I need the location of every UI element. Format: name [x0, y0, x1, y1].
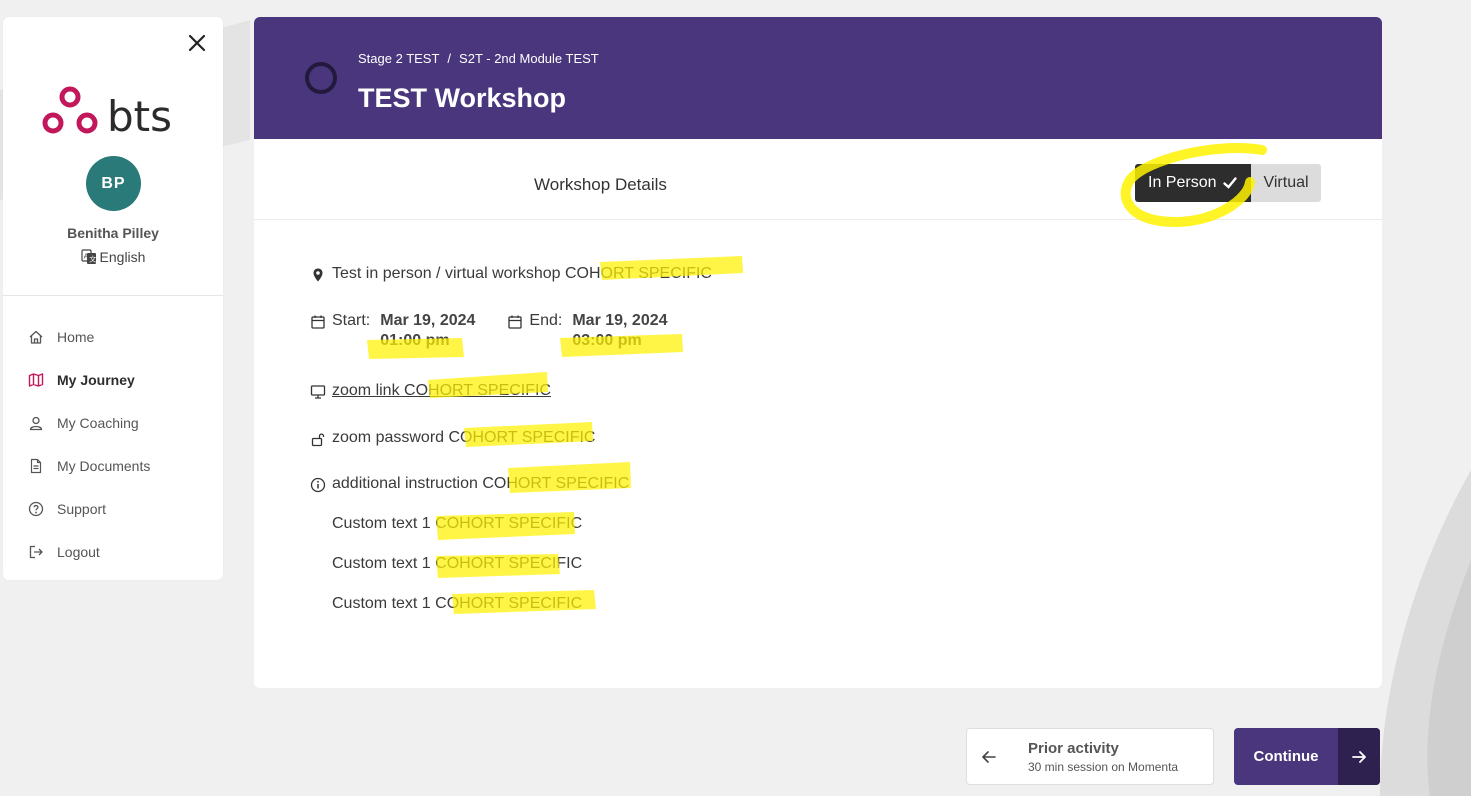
continue-label: Continue	[1253, 748, 1319, 765]
location-row: Test in person / virtual workshop COHORT…	[310, 265, 712, 283]
custom-text-3: Custom text 1 COHORT SPECIFIC	[332, 595, 583, 612]
breadcrumb-item-stage[interactable]: Stage 2 TEST	[358, 51, 439, 66]
document-icon	[30, 458, 42, 473]
mode-option-label: Virtual	[1263, 174, 1309, 191]
sidebar-item-my-journey[interactable]: My Journey	[27, 358, 217, 401]
location-text: Test in person / virtual workshop COHORT…	[332, 265, 712, 282]
sidebar-divider	[3, 295, 223, 296]
sidebar-item-home[interactable]: Home	[27, 315, 217, 358]
sidebar-item-label: Logout	[57, 543, 100, 560]
mode-option-virtual[interactable]: Virtual	[1251, 164, 1321, 202]
close-icon[interactable]	[187, 33, 207, 53]
check-icon	[1223, 177, 1238, 189]
sidebar: bts BP Benitha Pilley A 文 English Home M…	[3, 17, 223, 580]
sidebar-item-label: My Coaching	[57, 414, 139, 431]
language-label: English	[99, 249, 146, 265]
sidebar-nav: Home My Journey My Coaching My Documents…	[27, 315, 217, 573]
language-selector[interactable]: A 文 English	[3, 249, 223, 265]
end-label: End:	[529, 312, 563, 329]
card-divider	[254, 219, 1382, 220]
sidebar-item-label: Support	[57, 500, 107, 517]
sidebar-item-label: Home	[57, 328, 95, 345]
mode-option-label: In Person	[1148, 174, 1217, 191]
workshop-details-card: Workshop Details In Person Virtual Test …	[254, 139, 1382, 688]
arrow-left-icon	[982, 750, 996, 763]
custom-text-2: Custom text 1 COHORT SPECIFIC	[332, 555, 583, 572]
breadcrumb-item-module[interactable]: S2T - 2nd Module TEST	[459, 51, 599, 66]
start-datetime: Start: Mar 19, 2024 01:00 pm	[310, 312, 475, 350]
end-time: 03:00 pm	[572, 332, 642, 349]
mode-option-in-person[interactable]: In Person	[1135, 164, 1252, 202]
page-title: TEST Workshop	[358, 83, 567, 113]
instruction-row: additional instruction COHORT SPECIFIC	[310, 475, 629, 493]
monitor-icon	[310, 385, 326, 399]
arrow-right-icon	[1352, 750, 1366, 763]
avatar: BP	[86, 156, 141, 211]
info-icon	[310, 477, 326, 493]
sidebar-item-label: My Documents	[57, 457, 151, 474]
user-name: Benitha Pilley	[67, 225, 159, 241]
workshop-header: Stage 2 TEST / S2T - 2nd Module TEST TEST …	[254, 17, 1382, 139]
breadcrumb-separator: /	[447, 51, 452, 66]
sidebar-item-my-documents[interactable]: My Documents	[27, 444, 217, 487]
sidebar-item-label: My Journey	[57, 371, 135, 388]
zoom-link[interactable]: zoom link COHORT SPECIFIC	[332, 382, 551, 400]
custom-text-1: Custom text 1 COHORT SPECIFIC	[332, 515, 583, 532]
instruction-text: additional instruction COHORT SPECIFIC	[332, 475, 630, 492]
schedule-row: Start: Mar 19, 2024 01:00 pm End: Mar 19…	[310, 312, 668, 350]
end-date: Mar 19, 2024	[572, 312, 668, 329]
continue-button[interactable]: Continue	[1234, 728, 1380, 785]
logout-icon	[29, 545, 43, 558]
sidebar-item-my-coaching[interactable]: My Coaching	[27, 401, 217, 444]
bts-logo: bts	[42, 86, 172, 137]
help-icon	[28, 501, 44, 516]
end-datetime: End: Mar 19, 2024 03:00 pm	[507, 312, 668, 350]
calendar-icon	[311, 315, 325, 329]
section-title: Workshop Details	[534, 175, 667, 194]
zoom-password-text: zoom password COHORT SPECIFIC	[332, 429, 596, 446]
home-icon	[29, 330, 43, 344]
svg-text:文: 文	[89, 255, 96, 264]
sidebar-item-logout[interactable]: Logout	[27, 530, 217, 573]
prior-activity-subtitle: 30 min session on Momenta	[1028, 759, 1179, 774]
svg-text:bts: bts	[107, 92, 172, 137]
map-icon	[28, 372, 44, 387]
calendar-icon	[508, 315, 523, 329]
user-icon	[29, 416, 43, 430]
breadcrumb: Stage 2 TEST / S2T - 2nd Module TEST	[358, 51, 599, 66]
prior-activity-button[interactable]: Prior activity 30 min session on Momenta	[966, 728, 1214, 785]
start-time: 01:00 pm	[380, 332, 450, 349]
start-label: Start:	[332, 312, 371, 329]
continue-arrow	[1338, 728, 1380, 785]
location-pin-icon	[313, 268, 323, 282]
mode-toggle: In Person Virtual	[1135, 164, 1321, 202]
sidebar-item-support[interactable]: Support	[27, 487, 217, 530]
translate-icon: A 文	[80, 249, 96, 264]
zoom-password-row: zoom password COHORT SPECIFIC	[310, 429, 595, 447]
start-date: Mar 19, 2024	[380, 312, 476, 329]
prior-activity-title: Prior activity	[1028, 739, 1119, 757]
svg-text:A: A	[83, 253, 88, 261]
unlock-icon	[311, 433, 325, 447]
zoom-link-row: zoom link COHORT SPECIFIC	[310, 382, 551, 400]
progress-circle-icon	[305, 62, 337, 94]
